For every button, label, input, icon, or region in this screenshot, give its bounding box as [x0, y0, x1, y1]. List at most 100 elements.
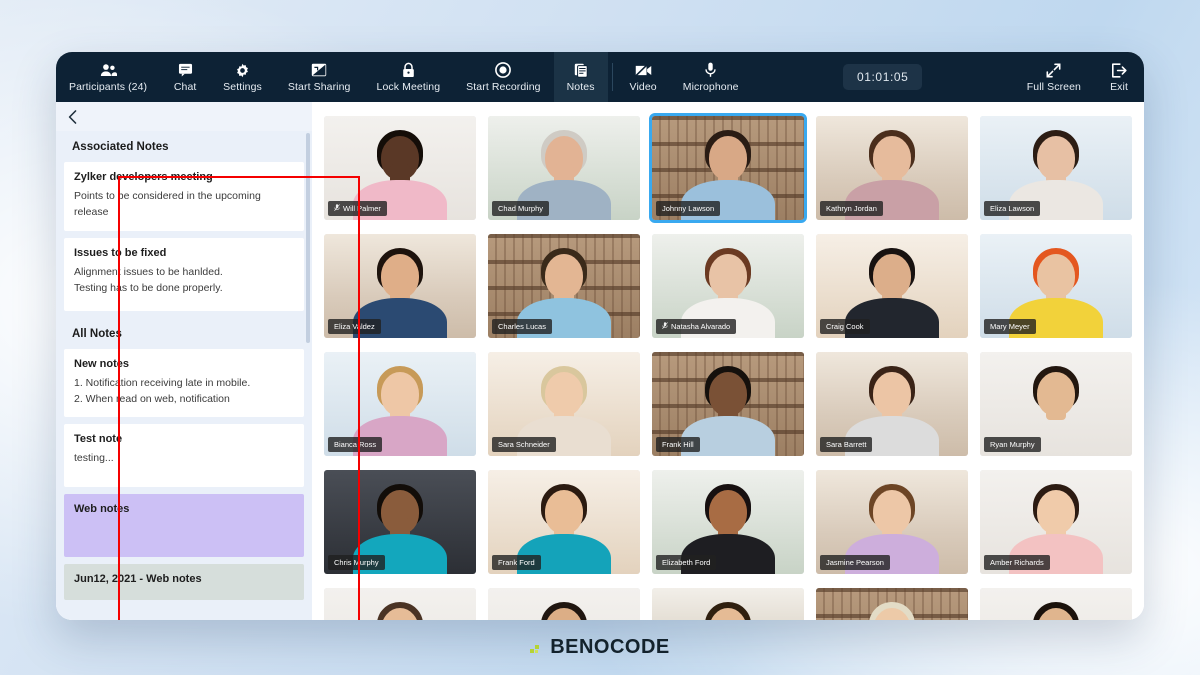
toolbar-spacer-right — [922, 52, 1013, 102]
participant-name-tag: Frank Hill — [656, 437, 700, 452]
participant-tile[interactable] — [980, 588, 1132, 620]
participant-name: Johnny Lawson — [662, 204, 715, 213]
exit-icon — [1111, 62, 1127, 79]
participant-tile[interactable]: Ryan Murphy — [980, 352, 1132, 456]
note-card-line: Testing has to be done properly. — [74, 281, 223, 294]
participant-name: Craig Cook — [826, 322, 864, 331]
participant-name-tag: Jasmine Pearson — [820, 555, 890, 570]
participant-tile[interactable]: Bianca Ross — [324, 352, 476, 456]
toolbar-button-participants-24[interactable]: Participants (24) — [56, 52, 160, 102]
participant-name: Jasmine Pearson — [826, 558, 884, 567]
participant-name: Sara Barrett — [826, 440, 867, 449]
meeting-timer: 01:01:05 — [842, 64, 923, 90]
participant-tile[interactable] — [652, 588, 804, 620]
video-stage: Will Palmer Chad Murphy Johnny Lawson Kathr… — [312, 102, 1144, 620]
toolbar-button-start-recording[interactable]: Start Recording — [453, 52, 553, 102]
participant-video-feed — [652, 588, 804, 620]
note-card-line: testing... — [74, 452, 114, 465]
video-off-icon — [634, 62, 652, 79]
toolbar-button-label: Start Sharing — [287, 80, 351, 93]
participant-tile[interactable]: Elizabeth Ford — [652, 470, 804, 574]
toolbar-button-video[interactable]: Video — [617, 52, 670, 102]
participant-tile[interactable] — [488, 588, 640, 620]
note-card[interactable]: Jun12, 2021 - Web notes — [64, 564, 304, 601]
participant-video-feed — [816, 588, 968, 620]
participant-tile[interactable]: Frank Hill — [652, 352, 804, 456]
toolbar-button-start-sharing[interactable]: Start Sharing — [275, 52, 364, 102]
note-card-title: New notes — [74, 357, 130, 370]
gear-icon — [235, 62, 250, 79]
brand-name: BENOCODE — [550, 636, 670, 658]
participant-tile[interactable]: Kathryn Jordan — [816, 116, 968, 220]
participant-tile[interactable] — [324, 588, 476, 620]
toolbar-button-lock-meeting[interactable]: Lock Meeting — [364, 52, 454, 102]
participant-tile[interactable]: Charles Lucas — [488, 234, 640, 338]
participant-tile[interactable]: Sara Barrett — [816, 352, 968, 456]
toolbar-button-microphone[interactable]: Microphone — [670, 52, 752, 102]
participant-tile[interactable]: Jasmine Pearson — [816, 470, 968, 574]
meeting-toolbar: Participants (24) Chat Settings Start Shari… — [56, 52, 1144, 102]
record-icon — [495, 62, 512, 79]
toolbar-right-group: Full Screen Exit — [1014, 52, 1144, 102]
toolbar-button-settings[interactable]: Settings — [210, 52, 275, 102]
participant-tile[interactable]: Johnny Lawson — [649, 113, 807, 223]
participant-name-tag: Bianca Ross — [328, 437, 383, 452]
participant-tile[interactable]: Chris Murphy — [324, 470, 476, 574]
note-card-title: Jun12, 2021 - Web notes — [74, 573, 202, 586]
expand-icon — [1046, 62, 1061, 79]
notes-sidebar: Associated Notes Zylker developers meetin… — [56, 102, 312, 620]
participant-tile[interactable]: Amber Richards — [980, 470, 1132, 574]
note-card-title: Zylker developers meeting — [74, 171, 213, 183]
note-card[interactable]: Issues to be fixed Alignment issues to be… — [64, 237, 304, 311]
toolbar-button-notes[interactable]: Notes — [553, 52, 608, 102]
note-card[interactable]: Web notes — [64, 494, 304, 558]
toolbar-button-chat[interactable]: Chat — [160, 52, 210, 102]
participant-name-tag: Natasha Alvarado — [656, 319, 737, 334]
share-screen-icon — [311, 62, 327, 79]
participant-tile[interactable]: Mary Meyer — [980, 234, 1132, 338]
note-card[interactable]: New notes 1. Notification receiving late … — [64, 348, 304, 418]
toolbar-button-label: Chat — [173, 80, 197, 93]
mic-off-icon — [334, 204, 340, 211]
participant-tile[interactable] — [816, 588, 968, 620]
participant-name: Eliza Valdez — [334, 322, 375, 331]
notes-section-title: All Notes — [72, 327, 122, 340]
participant-tile[interactable]: Natasha Alvarado — [652, 234, 804, 338]
participant-name-tag: Frank Ford — [492, 555, 541, 570]
participant-name: Will Palmer — [343, 204, 381, 213]
toolbar-button-label: Notes — [566, 80, 595, 93]
chevron-left-icon — [68, 109, 77, 124]
toolbar-button-exit[interactable]: Exit — [1094, 52, 1144, 102]
mic-off-icon — [662, 322, 668, 329]
meeting-app-window: Participants (24) Chat Settings Start Shari… — [56, 52, 1144, 620]
toolbar-button-label: Participants (24) — [69, 80, 148, 93]
note-card[interactable]: Test note testing... — [64, 424, 304, 488]
participant-tile[interactable]: Sara Schneider — [488, 352, 640, 456]
participant-tile[interactable]: Will Palmer — [324, 116, 476, 220]
microphone-icon — [705, 62, 716, 79]
note-card-line: 2. When read on web, notification — [74, 392, 230, 405]
note-card-title: Issues to be fixed — [74, 246, 167, 259]
participant-tile[interactable]: Craig Cook — [816, 234, 968, 338]
toolbar-button-label: Lock Meeting — [376, 80, 441, 93]
sidebar-back-button[interactable] — [56, 102, 312, 131]
toolbar-button-full-screen[interactable]: Full Screen — [1014, 52, 1094, 102]
participant-name: Kathryn Jordan — [826, 204, 877, 213]
notes-scroll-area[interactable]: Associated Notes Zylker developers meetin… — [56, 131, 312, 620]
participant-tile[interactable]: Frank Ford — [488, 470, 640, 574]
participant-name-tag: Amber Richards — [984, 555, 1050, 570]
mic-off-icon — [334, 204, 340, 213]
note-card-line: Points to be considered in the upcoming … — [74, 190, 261, 219]
participant-video-feed — [488, 588, 640, 620]
toolbar-button-label: Exit — [1110, 80, 1128, 93]
toolbar-button-label: Full Screen — [1026, 80, 1082, 93]
participant-tile[interactable]: Eliza Lawson — [980, 116, 1132, 220]
participant-name-tag: Eliza Lawson — [984, 201, 1041, 216]
note-card[interactable]: Zylker developers meeting Points to be co… — [64, 162, 304, 231]
participant-name: Elizabeth Ford — [662, 558, 711, 567]
participant-name: Mary Meyer — [990, 322, 1030, 331]
sidebar-scrollbar[interactable] — [306, 133, 310, 343]
participant-tile[interactable]: Chad Murphy — [488, 116, 640, 220]
participant-name-tag: Craig Cook — [820, 319, 870, 334]
participant-tile[interactable]: Eliza Valdez — [324, 234, 476, 338]
